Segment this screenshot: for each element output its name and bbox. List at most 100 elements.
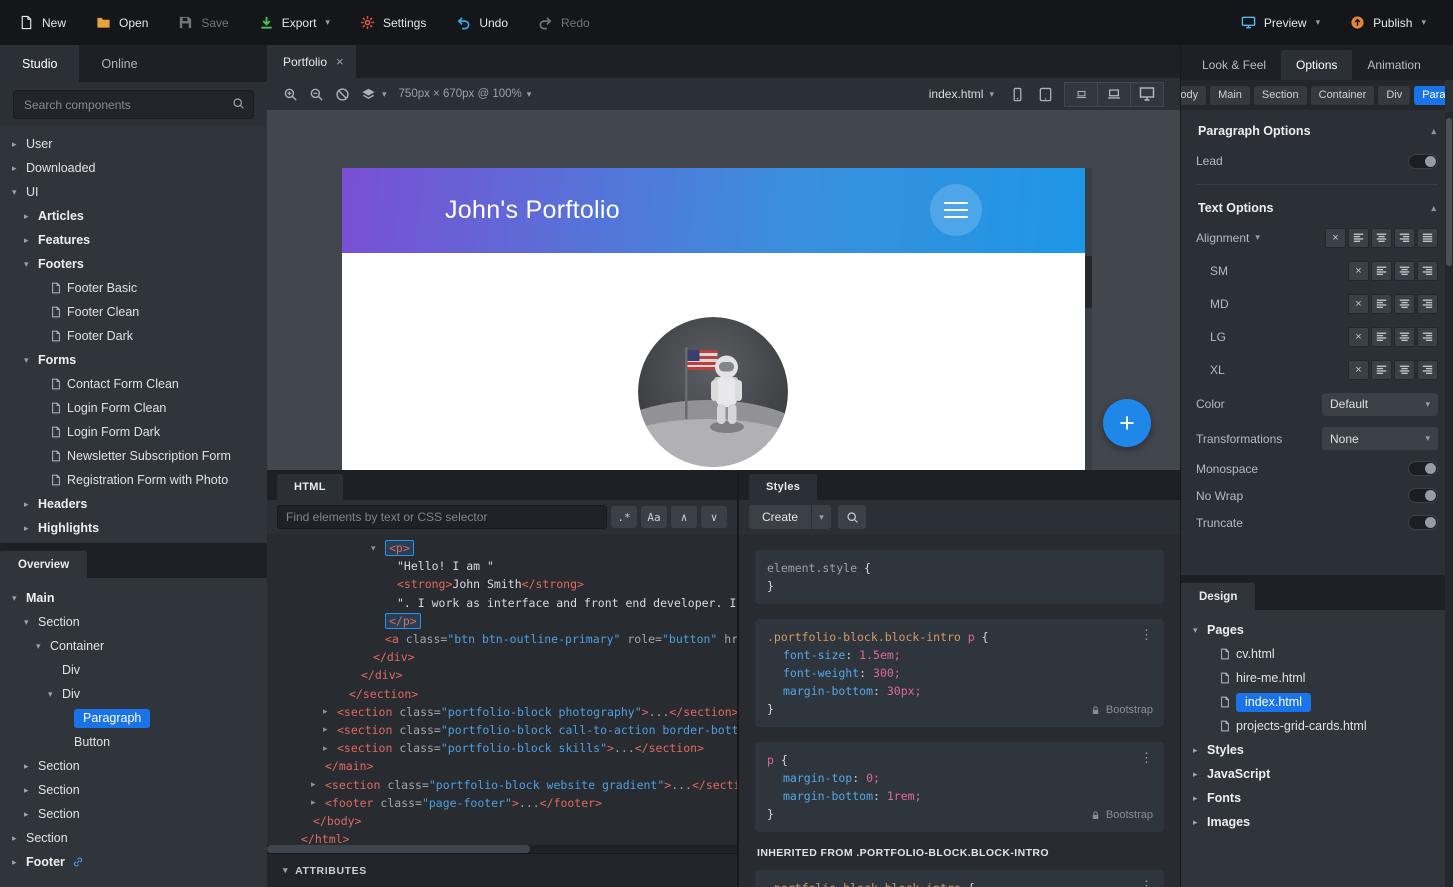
collapse-arrow-icon[interactable]: ▾ [24,355,38,366]
design-item-cv-html[interactable]: cv.html [1181,642,1453,666]
component-item-user[interactable]: ▸User [0,132,267,156]
css-property[interactable]: font-weight: 300; [767,664,1152,682]
align-left-button[interactable] [1348,228,1369,248]
collapse-arrow-icon[interactable]: ▾ [36,641,50,652]
collapse-arrow-icon[interactable]: ▾ [12,187,26,198]
save-button[interactable]: Save [163,0,243,45]
preview-button[interactable]: Preview▾ [1226,0,1335,45]
code-line[interactable]: </body> [267,812,737,830]
design-item-fonts[interactable]: ▸Fonts [1181,786,1453,810]
expand-arrow-icon[interactable]: ▸ [12,833,26,844]
align-left-button[interactable] [1371,294,1392,314]
rule-menu-icon[interactable]: ⋮ [1140,877,1153,887]
design-item-projects-grid-cards-html[interactable]: projects-grid-cards.html [1181,714,1453,738]
clear-alignment-button[interactable]: × [1348,360,1369,380]
add-component-fab[interactable]: + [1103,399,1151,447]
align-left-button[interactable] [1371,360,1392,380]
breadcrumb-paragraph[interactable]: Paragraph [1414,86,1445,105]
component-item-features[interactable]: ▸Features [0,228,267,252]
css-property[interactable]: margin-bottom: 30px; [767,682,1152,700]
clear-alignment-button[interactable]: × [1325,228,1346,248]
component-item-login-form-dark[interactable]: Login Form Dark [0,420,267,444]
tablet-icon[interactable] [1038,87,1053,102]
align-right-button[interactable] [1417,360,1438,380]
truncate-toggle[interactable] [1408,515,1438,530]
expand-arrow-icon[interactable]: ▸ [12,857,26,868]
collapse-arrow-icon[interactable]: ▾ [1193,625,1207,636]
breadcrumb-body[interactable]: Body [1181,86,1206,105]
collapse-section-icon[interactable]: ▴ [1431,203,1436,214]
align-right-button[interactable] [1417,327,1438,347]
design-item-javascript[interactable]: ▸JavaScript [1181,762,1453,786]
code-horizontal-scrollbar[interactable] [267,845,737,853]
caret-down-icon[interactable]: ▾ [382,89,387,100]
collapse-arrow-icon[interactable]: ▾ [12,593,26,604]
search-styles-button[interactable] [838,505,866,529]
alignment-dropdown[interactable]: Alignment ▾ [1196,231,1325,245]
open-button[interactable]: Open [81,0,163,45]
code-line[interactable]: ▸<section class="portfolio-block website… [267,775,737,793]
code-line[interactable]: ▸<section class="portfolio-block call-to… [267,721,737,739]
tab-studio[interactable]: Studio [0,45,79,82]
overview-item-section[interactable]: ▸Section [0,826,267,850]
undo-button[interactable]: Undo [441,0,523,45]
design-item-pages[interactable]: ▾Pages [1181,618,1453,642]
hamburger-menu-button[interactable] [930,184,982,236]
align-justify-button[interactable] [1417,228,1438,248]
code-line[interactable]: <strong>John Smith</strong> [267,575,737,593]
component-item-footer-clean[interactable]: Footer Clean [0,300,267,324]
overview-item-section[interactable]: ▸Section [0,802,267,826]
overview-item-div[interactable]: Div [0,658,267,682]
expand-arrow-icon[interactable]: ▸ [1193,745,1207,756]
component-item-headers[interactable]: ▸Headers [0,492,267,516]
design-item-hire-me-html[interactable]: hire-me.html [1181,666,1453,690]
rule-selector[interactable]: .portfolio-block.block-intro p { [767,628,1152,646]
collapse-section-icon[interactable]: ▴ [1431,126,1436,137]
next-match-button[interactable]: ∨ [701,506,727,528]
align-center-button[interactable] [1394,360,1415,380]
overview-item-footer[interactable]: ▸Footer [0,850,267,874]
expand-arrow-icon[interactable]: ▸ [1193,817,1207,828]
zoom-in-icon[interactable] [283,87,298,102]
collapse-arrow-icon[interactable]: ▾ [48,689,62,700]
component-item-ui[interactable]: ▾UI [0,180,267,204]
page-scrollbar-thumb[interactable] [1085,256,1092,308]
ban-icon[interactable] [335,87,350,102]
code-line[interactable]: ▸<section class="portfolio-block skills"… [267,739,737,757]
canvas-size-selector[interactable]: 750px × 670px @ 100% ▾ [399,88,532,100]
align-right-button[interactable] [1417,294,1438,314]
tab-online[interactable]: Online [79,45,159,82]
tab-options[interactable]: Options [1281,50,1352,80]
code-line[interactable]: <a class="btn btn-outline-primary" role=… [267,630,737,648]
breadcrumb-div[interactable]: Div [1378,86,1410,105]
page-preview[interactable]: John's Porftolio [342,168,1085,470]
breadcrumb-section[interactable]: Section [1254,86,1307,105]
paragraph-options-header[interactable]: Paragraph Options ▴ [1196,110,1438,144]
page-scrollbar[interactable] [1085,168,1092,470]
redo-button[interactable]: Redo [523,0,605,45]
expand-arrow-icon[interactable]: ▸ [12,139,26,150]
component-item-footer-basic[interactable]: Footer Basic [0,276,267,300]
design-item-index-html[interactable]: index.html [1181,690,1453,714]
align-right-button[interactable] [1417,261,1438,281]
breadcrumb-main[interactable]: Main [1210,86,1250,105]
component-item-login-form-clean[interactable]: Login Form Clean [0,396,267,420]
rule-selector[interactable]: element.style { [767,559,1152,577]
collapse-arrow-icon[interactable]: ▾ [24,617,38,628]
laptop-view-button[interactable] [1064,82,1098,107]
tab-html[interactable]: HTML [277,474,343,500]
component-item-contact-form-clean[interactable]: Contact Form Clean [0,372,267,396]
collapse-arrow-icon[interactable]: ▾ [371,543,385,554]
align-center-button[interactable] [1394,327,1415,347]
css-property[interactable]: margin-bottom: 1rem; [767,787,1152,805]
new-button[interactable]: New [4,0,81,45]
match-case-button[interactable]: Aa [641,506,667,528]
window-scrollbar[interactable] [1445,112,1453,887]
clear-alignment-button[interactable]: × [1348,327,1369,347]
component-item-registration-form-with-photo[interactable]: Registration Form with Photo [0,468,267,492]
expand-arrow-icon[interactable]: ▸ [311,779,325,790]
code-line[interactable]: </div> [267,666,737,684]
code-line[interactable]: </p> [267,612,737,630]
expand-arrow-icon[interactable]: ▸ [12,163,26,174]
expand-arrow-icon[interactable]: ▸ [24,235,38,246]
